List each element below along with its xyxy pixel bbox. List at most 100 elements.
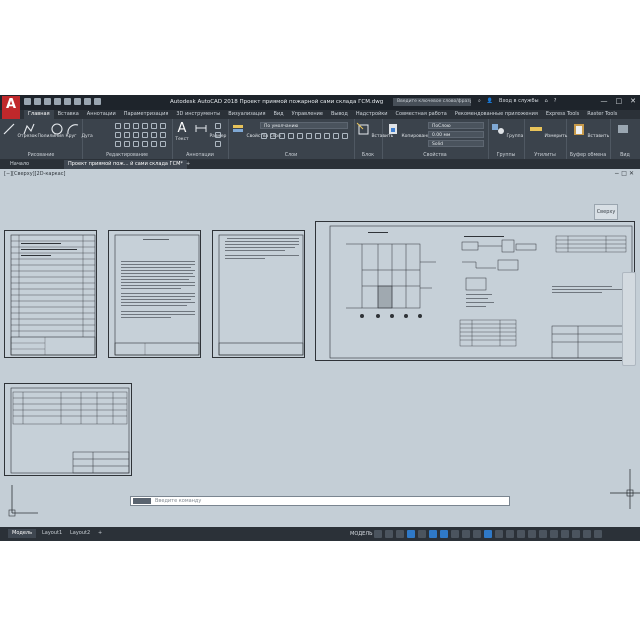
linetype-dropdown[interactable]: Solid bbox=[428, 140, 484, 147]
drawing-sheet-1[interactable] bbox=[4, 230, 97, 358]
tab-home[interactable]: Главная bbox=[24, 110, 54, 119]
viewport-controls[interactable]: [−][Сверху][2D-каркас] bbox=[4, 171, 65, 177]
layer-walk-icon[interactable] bbox=[324, 133, 330, 139]
quick-properties-icon[interactable] bbox=[539, 530, 547, 538]
tab-3d-tools[interactable]: 3D инструменты bbox=[172, 110, 224, 119]
cart-icon[interactable]: ⌂ bbox=[545, 98, 548, 104]
command-line-tools-icon[interactable] bbox=[133, 498, 151, 504]
user-icon[interactable]: 👤 bbox=[487, 98, 493, 104]
tab-addins[interactable]: Надстройки bbox=[352, 110, 392, 119]
lengthen-icon[interactable] bbox=[151, 141, 157, 147]
group-tool[interactable]: Группа bbox=[491, 122, 523, 139]
move-icon[interactable] bbox=[115, 123, 121, 129]
tab-output[interactable]: Вывод bbox=[327, 110, 352, 119]
tab-view[interactable]: Вид bbox=[269, 110, 287, 119]
drawing-sheet-3[interactable] bbox=[212, 230, 305, 358]
trim-icon[interactable] bbox=[133, 123, 139, 129]
ortho-icon[interactable] bbox=[396, 530, 404, 538]
drawing-sheet-plan[interactable] bbox=[315, 221, 635, 361]
viewcube-top-face[interactable]: Сверху bbox=[594, 204, 618, 220]
copy-icon[interactable] bbox=[115, 132, 121, 138]
sign-in-button[interactable]: Вход в службы bbox=[499, 98, 538, 104]
array-icon[interactable] bbox=[133, 141, 139, 147]
viewcube[interactable]: Сверху bbox=[590, 200, 620, 222]
layout-tab-layout1[interactable]: Layout1 bbox=[38, 529, 66, 538]
workspace-gear-icon[interactable] bbox=[506, 530, 514, 538]
mirror-icon[interactable] bbox=[124, 132, 130, 138]
units-icon[interactable] bbox=[528, 530, 536, 538]
layer-on-icon[interactable] bbox=[261, 133, 267, 139]
save-icon[interactable] bbox=[44, 98, 51, 105]
markup-icon[interactable] bbox=[215, 141, 221, 147]
drawing-area[interactable]: [−][Сверху][2D-каркас] −□✕ Сверху Введит… bbox=[0, 169, 640, 527]
lineweight-dropdown[interactable]: 0.00 мм bbox=[428, 131, 484, 138]
lineweight-icon[interactable] bbox=[451, 530, 459, 538]
erase-icon[interactable] bbox=[151, 123, 157, 129]
tab-express-tools[interactable]: Express Tools bbox=[542, 110, 583, 119]
isodraft-icon[interactable] bbox=[418, 530, 426, 538]
viewport-window-buttons[interactable]: −□✕ bbox=[614, 170, 636, 177]
layer-dropdown[interactable]: По умолчанию bbox=[260, 122, 348, 129]
share-icon[interactable] bbox=[94, 98, 101, 105]
file-tab-start[interactable]: Начало bbox=[6, 160, 33, 169]
save-as-icon[interactable] bbox=[54, 98, 61, 105]
explode-icon[interactable] bbox=[160, 123, 166, 129]
layout-tab-layout2[interactable]: Layout2 bbox=[66, 529, 94, 538]
layer-lock-icon[interactable] bbox=[279, 133, 285, 139]
close-button[interactable]: ✕ bbox=[630, 97, 636, 105]
stretch-icon[interactable] bbox=[115, 141, 121, 147]
customization-icon[interactable] bbox=[594, 530, 602, 538]
tab-raster-tools[interactable]: Raster Tools bbox=[583, 110, 621, 119]
color-dropdown[interactable]: ПоСлою bbox=[428, 122, 484, 129]
transparency-icon[interactable] bbox=[462, 530, 470, 538]
layer-freeze-icon[interactable] bbox=[270, 133, 276, 139]
new-icon[interactable] bbox=[24, 98, 31, 105]
layer-delete-icon[interactable] bbox=[342, 133, 348, 139]
object-snap-tracking-icon[interactable] bbox=[429, 530, 437, 538]
extend-icon[interactable] bbox=[142, 123, 148, 129]
lock-ui-icon[interactable] bbox=[550, 530, 558, 538]
object-snap-icon[interactable] bbox=[440, 530, 448, 538]
tab-insert[interactable]: Вставка bbox=[54, 110, 83, 119]
layer-prev-icon[interactable] bbox=[315, 133, 321, 139]
isolate-objects-icon[interactable] bbox=[561, 530, 569, 538]
navigation-bar[interactable] bbox=[622, 272, 636, 366]
redo-icon[interactable] bbox=[84, 98, 91, 105]
snap-icon[interactable] bbox=[385, 530, 393, 538]
annotation-visibility-icon[interactable] bbox=[495, 530, 503, 538]
search-icon[interactable]: ⌕ bbox=[478, 98, 481, 104]
tab-annotate[interactable]: Аннотации bbox=[83, 110, 120, 119]
table-icon[interactable] bbox=[215, 132, 221, 138]
annotation-monitor-icon[interactable] bbox=[517, 530, 525, 538]
command-line[interactable]: Введите команду bbox=[130, 496, 510, 506]
layer-unlock-icon[interactable] bbox=[333, 133, 339, 139]
leader-icon[interactable] bbox=[215, 123, 221, 129]
new-tab-plus-icon[interactable]: + bbox=[182, 160, 194, 169]
rotate-icon[interactable] bbox=[124, 123, 130, 129]
paste-tool[interactable]: Вставить bbox=[572, 122, 609, 139]
chamfer-icon[interactable] bbox=[142, 132, 148, 138]
measure-tool[interactable]: Измерить bbox=[529, 122, 567, 139]
graphics-performance-icon[interactable] bbox=[572, 530, 580, 538]
print-icon[interactable] bbox=[64, 98, 71, 105]
join-icon[interactable] bbox=[160, 132, 166, 138]
open-icon[interactable] bbox=[34, 98, 41, 105]
align-icon[interactable] bbox=[160, 141, 166, 147]
fillet-icon[interactable] bbox=[133, 132, 139, 138]
break-icon[interactable] bbox=[142, 141, 148, 147]
layer-iso-icon[interactable] bbox=[288, 133, 294, 139]
undo-icon[interactable] bbox=[74, 98, 81, 105]
tab-parametric[interactable]: Параметризация bbox=[120, 110, 173, 119]
layer-match-icon[interactable] bbox=[306, 133, 312, 139]
tab-visualize[interactable]: Визуализация bbox=[224, 110, 269, 119]
help-icon[interactable]: ? bbox=[554, 98, 557, 104]
search-input[interactable]: Введите ключевое слово/фразу bbox=[393, 98, 471, 106]
text-tool[interactable]: A Текст bbox=[175, 122, 189, 143]
layer-off-icon[interactable] bbox=[297, 133, 303, 139]
layout-tab-model[interactable]: Модель bbox=[8, 529, 37, 538]
file-tab-drawing[interactable]: Проект приямой пож... й сами склада ГСМ* bbox=[64, 160, 187, 169]
scale-icon[interactable] bbox=[124, 141, 130, 147]
add-layout-plus-icon[interactable]: + bbox=[94, 529, 106, 538]
grid-icon[interactable] bbox=[374, 530, 382, 538]
maximize-button[interactable]: □ bbox=[616, 97, 623, 105]
